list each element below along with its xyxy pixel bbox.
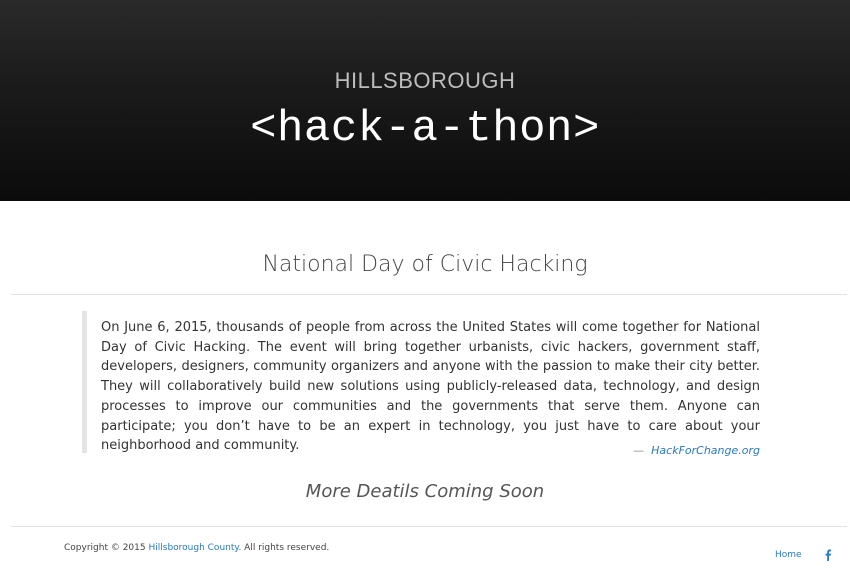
cite-dash: — (633, 444, 645, 457)
event-quote: On June 6, 2015, thousands of people fro… (82, 311, 760, 457)
hero-subtitle: HILLSBOROUGH (334, 68, 516, 93)
hillsborough-county-link[interactable]: Hillsborough County (148, 543, 238, 553)
copyright: Copyright © 2015 Hillsborough County. Al… (64, 543, 329, 553)
hero-title: <hack-a-thon> (250, 104, 600, 154)
coming-soon-text: More Deatils Coming Soon (305, 481, 545, 502)
hero-banner: HILLSBOROUGH <hack-a-thon> (0, 0, 850, 201)
divider-bottom (11, 526, 847, 527)
facebook-icon[interactable] (824, 548, 832, 561)
quote-text: On June 6, 2015, thousands of people fro… (101, 320, 760, 454)
quote-citation: — HackForChange.org (633, 444, 760, 457)
copyright-suffix: . All rights reserved. (238, 543, 330, 553)
section-title: National Day of Civic Hacking (262, 252, 588, 277)
divider-top (11, 294, 847, 295)
hackforchange-link[interactable]: HackForChange.org (651, 444, 760, 457)
copyright-prefix: Copyright © 2015 (64, 543, 146, 553)
footer-home-link[interactable]: Home (775, 550, 802, 560)
footer-nav: Home (775, 550, 802, 560)
